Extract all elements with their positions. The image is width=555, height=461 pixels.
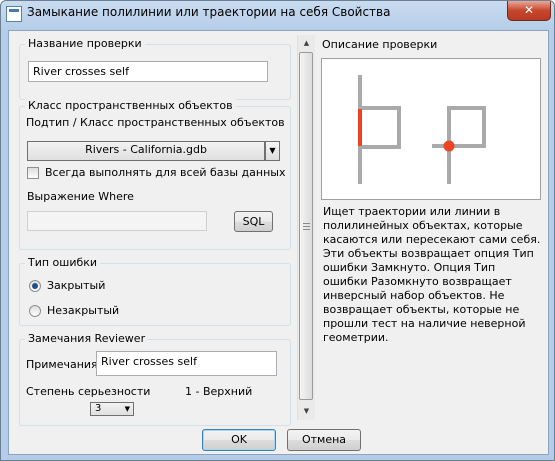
intersection-point <box>443 140 455 152</box>
radio-open[interactable] <box>29 305 41 317</box>
dialog-client-area: Название проверки River crosses self Кла… <box>8 30 549 455</box>
subtype-label: Подтип / Класс пространственных объектов <box>26 116 285 129</box>
grip-line <box>303 229 310 230</box>
description-text: Ищет траектории или линии в полилинейных… <box>323 205 541 344</box>
error-type-group-label: Тип ошибки <box>25 256 101 269</box>
chevron-down-icon[interactable]: ▼ <box>265 141 280 161</box>
right-loop <box>432 106 486 184</box>
severity-hint: 1 - Верхний <box>185 385 253 398</box>
cancel-button[interactable]: Отмена <box>287 429 361 451</box>
scroll-thumb[interactable] <box>299 52 313 400</box>
severity-value: 3 <box>95 403 102 414</box>
description-panel: Описание проверки Ищет траектории или ли… <box>317 38 541 423</box>
title-bar[interactable]: Замыкание полилинии или траектории на се… <box>1 1 554 29</box>
severity-chevron-down-icon: ▼ <box>124 405 130 413</box>
where-label: Выражение Where <box>27 190 134 203</box>
self-intersection-diagram <box>358 75 486 184</box>
properties-dialog: Замыкание полилинии или траектории на се… <box>0 0 555 461</box>
feature-class-dropdown[interactable]: Rivers - California.gdb <box>27 141 265 161</box>
notes-label: Примечания <box>26 358 98 371</box>
left-pane-scrollbar[interactable]: ▲ ▼ <box>297 35 315 420</box>
left-loop <box>360 106 401 149</box>
scroll-up-icon[interactable]: ▲ <box>298 35 315 52</box>
close-button[interactable]: ✕ <box>507 1 551 21</box>
grip-line <box>303 226 310 227</box>
radio-closed-label: Закрытый <box>47 279 106 292</box>
window-icon <box>6 6 22 22</box>
sql-button[interactable]: SQL <box>234 211 273 232</box>
ok-button[interactable]: OK <box>202 429 276 451</box>
reviewer-notes-group-label: Замечания Reviewer <box>25 332 149 345</box>
description-illustration <box>321 58 541 200</box>
severity-dropdown[interactable]: 3 ▼ <box>90 402 134 416</box>
feature-class-group-label: Класс пространственных объектов <box>25 99 236 112</box>
grip-line <box>303 223 310 224</box>
window-title: Замыкание полилинии или траектории на се… <box>27 5 391 19</box>
check-name-input[interactable]: River crosses self <box>28 61 268 82</box>
scroll-down-icon[interactable]: ▼ <box>298 403 315 420</box>
description-group-label: Описание проверки <box>322 38 438 51</box>
severity-label: Степень серьезности <box>26 385 151 398</box>
notes-input[interactable]: River crosses self <box>96 351 277 376</box>
radio-closed[interactable] <box>29 280 41 292</box>
run-all-label: Всегда выполнять для всей базы данных <box>45 166 286 179</box>
check-name-group-label: Название проверки <box>25 37 145 50</box>
radio-open-label: Незакрытый <box>47 304 120 317</box>
where-input <box>27 211 207 231</box>
run-all-checkbox[interactable] <box>27 167 39 179</box>
